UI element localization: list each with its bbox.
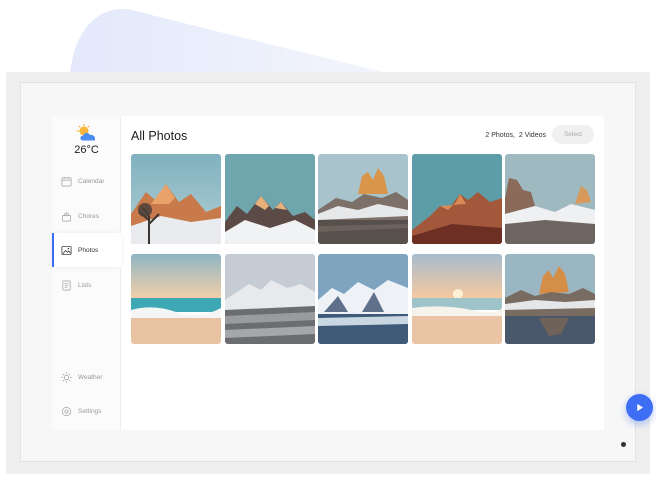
photo-image — [131, 254, 221, 344]
weather-widget[interactable]: 26°C — [52, 124, 121, 156]
sidebar-item-settings[interactable]: Settings — [52, 394, 121, 428]
photo-image — [318, 154, 408, 244]
photo-image — [318, 254, 408, 344]
sidebar-item-weather[interactable]: Weather — [52, 360, 121, 394]
sidebar-item-photos[interactable]: Photos — [52, 233, 121, 267]
photo-thumbnail[interactable] — [318, 254, 408, 344]
sidebar-item-label: Calendar — [78, 177, 105, 185]
sidebar: 26°C Calendar Chores Photos Lists Weathe… — [52, 116, 121, 430]
sun-icon — [61, 371, 72, 383]
photo-thumbnail[interactable] — [505, 154, 595, 244]
app-screen: 26°C Calendar Chores Photos Lists Weathe… — [52, 116, 653, 430]
photo-thumbnail[interactable] — [411, 254, 502, 344]
photo-image — [505, 254, 595, 344]
chores-icon — [61, 211, 72, 221]
video-count: 2 Videos — [518, 132, 546, 139]
temperature-readout: 26°C — [74, 144, 99, 156]
photo-thumbnail[interactable] — [505, 254, 595, 344]
photos-icon — [61, 245, 72, 255]
photo-thumbnail[interactable] — [411, 154, 502, 244]
photo-image — [411, 254, 502, 344]
photo-count: 2 Photos, — [485, 132, 515, 139]
photo-thumbnail[interactable] — [318, 154, 408, 244]
photo-image — [505, 154, 595, 244]
photo-thumbnail[interactable] — [131, 154, 221, 244]
photo-grid — [131, 154, 595, 344]
play-icon — [637, 403, 644, 412]
sidebar-item-calendar[interactable]: Calendar — [52, 164, 121, 198]
sidebar-item-label: Settings — [78, 407, 102, 415]
camera-dot — [621, 442, 626, 447]
slideshow-play-button[interactable] — [626, 394, 653, 421]
main-content: All Photos 2 Photos, 2 Videos Select — [121, 116, 653, 430]
sidebar-item-lists[interactable]: Lists — [52, 268, 121, 302]
photo-image — [131, 154, 221, 244]
photo-image — [224, 154, 315, 244]
photo-thumbnail[interactable] — [224, 254, 315, 344]
calendar-icon — [61, 176, 72, 186]
gear-icon — [61, 406, 72, 416]
photo-thumbnail[interactable] — [224, 154, 315, 244]
sun-cloud-icon — [76, 124, 95, 141]
sidebar-item-label: Weather — [78, 373, 103, 381]
photo-image — [411, 154, 502, 244]
select-button[interactable]: Select — [552, 125, 594, 144]
list-icon — [62, 280, 71, 290]
sidebar-item-label: Chores — [78, 212, 99, 220]
sidebar-item-label: Lists — [78, 281, 92, 289]
photo-thumbnail[interactable] — [131, 254, 221, 344]
sidebar-item-label: Photos — [78, 246, 99, 254]
page-title: All Photos — [131, 129, 188, 143]
media-counts: 2 Photos, 2 Videos — [485, 132, 546, 139]
sidebar-item-chores[interactable]: Chores — [52, 199, 121, 233]
photo-image — [224, 254, 315, 344]
